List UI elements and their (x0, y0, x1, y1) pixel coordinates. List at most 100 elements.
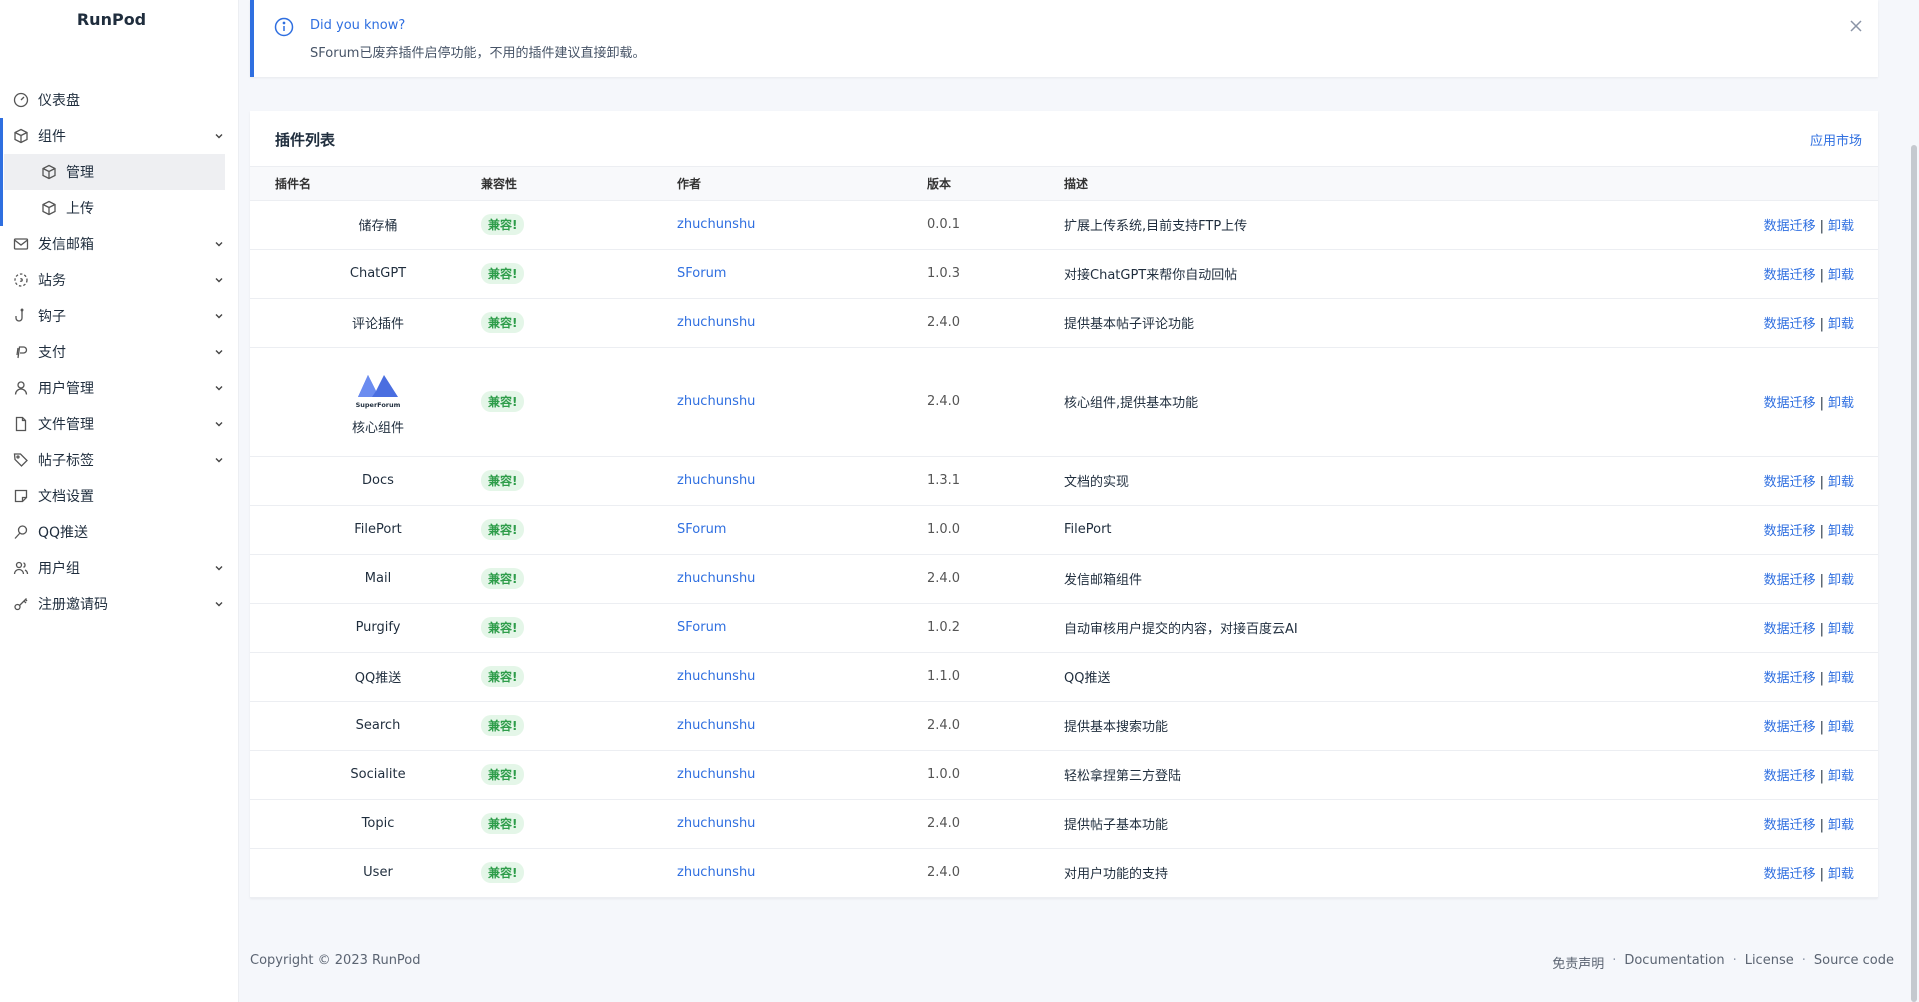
sidebar-item-groups[interactable]: 用户组 (0, 550, 239, 586)
plugin-name: Purgify (355, 620, 401, 635)
author-link[interactable]: zhuchunshu (677, 315, 755, 330)
sidebar-subitem-manage[interactable]: 管理 (4, 154, 225, 190)
author-link[interactable]: zhuchunshu (677, 669, 755, 684)
actions-cell: 数据迁移 | 卸载 (1618, 249, 1878, 299)
data-migrate-link[interactable]: 数据迁移 (1764, 475, 1816, 490)
author-link[interactable]: SForum (677, 266, 726, 281)
data-migrate-link[interactable]: 数据迁移 (1764, 268, 1816, 283)
uninstall-link[interactable]: 卸载 (1828, 268, 1854, 283)
data-migrate-link[interactable]: 数据迁移 (1764, 671, 1816, 686)
description-cell: 对用户功能的支持 (1064, 848, 1618, 898)
sidebar-item-users[interactable]: 用户管理 (0, 370, 239, 406)
box-icon (40, 163, 58, 181)
uninstall-link[interactable]: 卸载 (1828, 720, 1854, 735)
author-link[interactable]: zhuchunshu (677, 217, 755, 232)
actions-cell: 数据迁移 | 卸载 (1618, 701, 1878, 751)
author-link[interactable]: SForum (677, 620, 726, 635)
sidebar-item-dashboard[interactable]: 仪表盘 (0, 82, 239, 118)
sidebar-item-label: 注册邀请码 (38, 597, 108, 613)
description-cell: 提供帖子基本功能 (1064, 799, 1618, 849)
sidebar-item-label: 用户组 (38, 561, 80, 577)
sidebar: RunPod 仪表盘 组件 管理 上传 发信邮箱 站务 钩子 支付 用户管理 文… (0, 0, 239, 1002)
data-migrate-link[interactable]: 数据迁移 (1764, 524, 1816, 539)
author-link[interactable]: zhuchunshu (677, 394, 755, 409)
sidebar-item-tags[interactable]: 帖子标签 (0, 442, 239, 478)
footer-license-link[interactable]: License (1745, 953, 1794, 972)
plugin-name: 评论插件 (351, 317, 404, 332)
plugin-name-cell: Docs (250, 456, 481, 506)
plugin-name-cell: SuperForum 核心组件 (250, 347, 481, 457)
action-separator: | (1819, 622, 1824, 637)
action-separator: | (1819, 268, 1824, 283)
app-market-link[interactable]: 应用市场 (1810, 130, 1862, 149)
uninstall-link[interactable]: 卸载 (1828, 769, 1854, 784)
sidebar-item-invite[interactable]: 注册邀请码 (0, 586, 239, 622)
data-migrate-link[interactable]: 数据迁移 (1764, 573, 1816, 588)
compat-cell: 兼容! (481, 505, 677, 555)
uninstall-link[interactable]: 卸载 (1828, 671, 1854, 686)
plugin-name-cell: 储存桶 (250, 200, 481, 250)
author-link[interactable]: zhuchunshu (677, 718, 755, 733)
sidebar-item-payment[interactable]: 支付 (0, 334, 239, 370)
description-cell: 自动审核用户提交的内容，对接百度云AI (1064, 603, 1618, 653)
description-cell: 提供基本搜索功能 (1064, 701, 1618, 751)
compat-cell: 兼容! (481, 554, 677, 604)
plugin-name-cell: 评论插件 (250, 298, 481, 348)
scrollbar-thumb[interactable] (1911, 145, 1917, 1002)
footer-source-link[interactable]: Source code (1814, 953, 1894, 972)
author-link[interactable]: SForum (677, 522, 726, 537)
plugin-name: Search (355, 718, 401, 733)
author-cell: zhuchunshu (677, 456, 927, 506)
uninstall-link[interactable]: 卸载 (1828, 622, 1854, 637)
uninstall-link[interactable]: 卸载 (1828, 573, 1854, 588)
sidebar-item-label: 上传 (66, 201, 94, 217)
author-link[interactable]: zhuchunshu (677, 767, 755, 782)
sidebar-item-files[interactable]: 文件管理 (0, 406, 239, 442)
sidebar-subitem-upload[interactable]: 上传 (0, 190, 225, 226)
scrollbar[interactable] (1908, 0, 1919, 1002)
table-row: Purgify 兼容! SForum 1.0.2 自动审核用户提交的内容，对接百度云AI… (250, 603, 1878, 653)
sidebar-item-components[interactable]: 组件 (0, 118, 239, 154)
chevron-down-icon (213, 418, 225, 430)
sidebar-item-mail[interactable]: 发信邮箱 (0, 226, 239, 262)
sidebar-item-hooks[interactable]: 钩子 (0, 298, 239, 334)
uninstall-link[interactable]: 卸载 (1828, 396, 1854, 411)
data-migrate-link[interactable]: 数据迁移 (1764, 720, 1816, 735)
uninstall-link[interactable]: 卸载 (1828, 317, 1854, 332)
brand-title[interactable]: RunPod (0, 10, 223, 29)
author-link[interactable]: zhuchunshu (677, 816, 755, 831)
footer-disclaimer-link[interactable]: 免责声明 (1552, 953, 1604, 972)
uninstall-link[interactable]: 卸载 (1828, 818, 1854, 833)
author-link[interactable]: zhuchunshu (677, 865, 755, 880)
data-migrate-link[interactable]: 数据迁移 (1764, 622, 1816, 637)
data-migrate-link[interactable]: 数据迁移 (1764, 396, 1816, 411)
uninstall-link[interactable]: 卸载 (1828, 867, 1854, 882)
sidebar-item-site[interactable]: 站务 (0, 262, 239, 298)
uninstall-link[interactable]: 卸载 (1828, 219, 1854, 234)
description-cell: QQ推送 (1064, 652, 1618, 702)
uninstall-link[interactable]: 卸载 (1828, 524, 1854, 539)
compat-cell: 兼容! (481, 603, 677, 653)
data-migrate-link[interactable]: 数据迁移 (1764, 867, 1816, 882)
sidebar-item-docs[interactable]: 文档设置 (0, 478, 239, 514)
plugin-name: Socialite (350, 767, 406, 782)
author-link[interactable]: zhuchunshu (677, 571, 755, 586)
close-icon[interactable] (1848, 18, 1864, 34)
author-link[interactable]: zhuchunshu (677, 473, 755, 488)
uninstall-link[interactable]: 卸载 (1828, 475, 1854, 490)
description-cell: 轻松拿捏第三方登陆 (1064, 750, 1618, 800)
data-migrate-link[interactable]: 数据迁移 (1764, 818, 1816, 833)
author-cell: zhuchunshu (677, 750, 927, 800)
footer-documentation-link[interactable]: Documentation (1624, 953, 1724, 972)
plugin-name-cell: Purgify (250, 603, 481, 653)
sidebar-item-qq[interactable]: QQ推送 (0, 514, 239, 550)
plugin-name-cell: ChatGPT (250, 249, 481, 299)
action-separator: | (1819, 475, 1824, 490)
chevron-down-icon (213, 598, 225, 610)
data-migrate-link[interactable]: 数据迁移 (1764, 317, 1816, 332)
data-migrate-link[interactable]: 数据迁移 (1764, 769, 1816, 784)
plugin-list-card: 插件列表 应用市场 插件名 兼容性 作者 版本 描述 储存桶 兼容! zhuchun… (250, 111, 1878, 898)
version-cell: 2.4.0 (927, 848, 1064, 898)
data-migrate-link[interactable]: 数据迁移 (1764, 219, 1816, 234)
sidebar-item-label: 站务 (38, 273, 66, 289)
